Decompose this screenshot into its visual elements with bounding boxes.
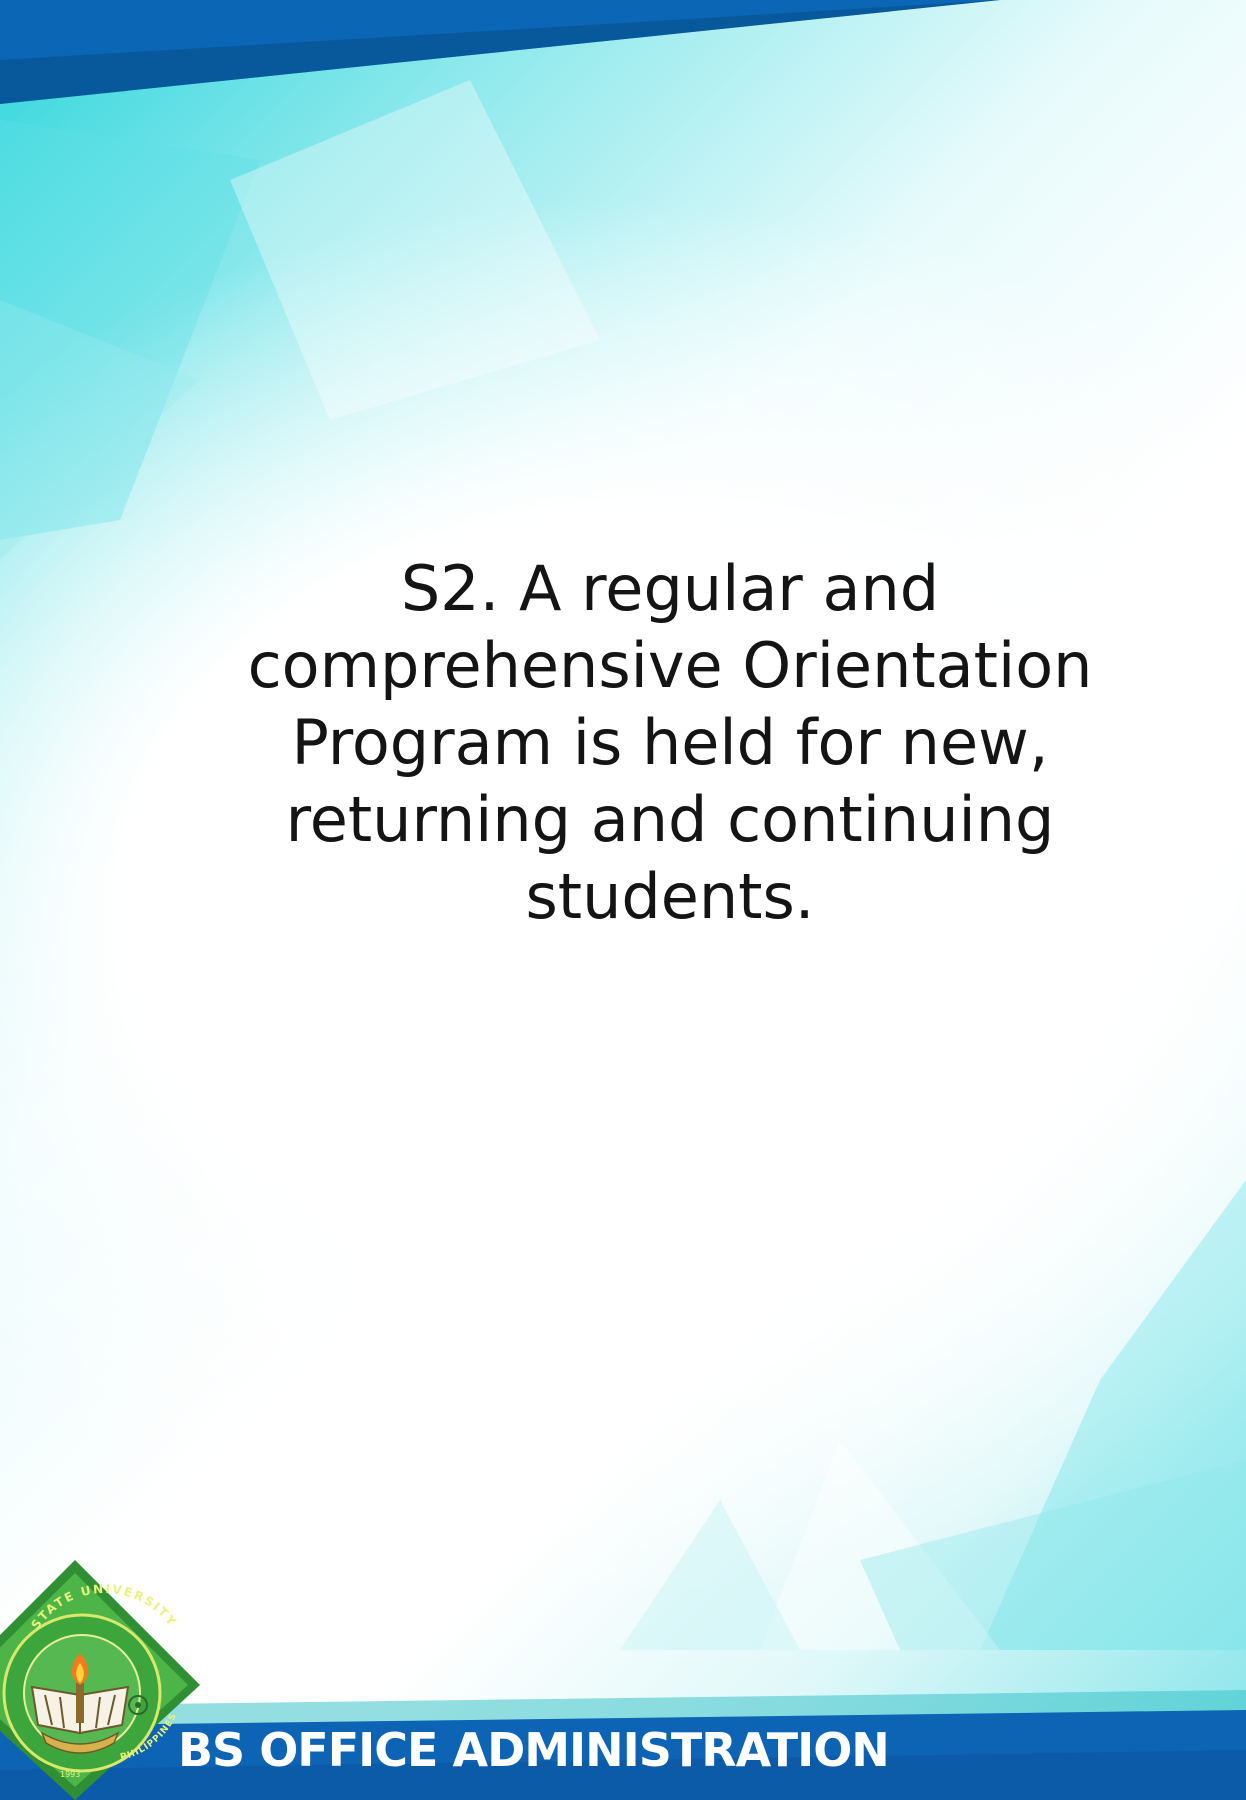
slide-page: S2. A regular and comprehensive Orientat… [0, 0, 1246, 1800]
program-title: BS OFFICE ADMINISTRATION [178, 1723, 890, 1777]
top-blue-band [0, 0, 1000, 104]
seal-year: 1993 [60, 1770, 80, 1779]
statement-text: S2. A regular and comprehensive Orientat… [247, 552, 1093, 933]
